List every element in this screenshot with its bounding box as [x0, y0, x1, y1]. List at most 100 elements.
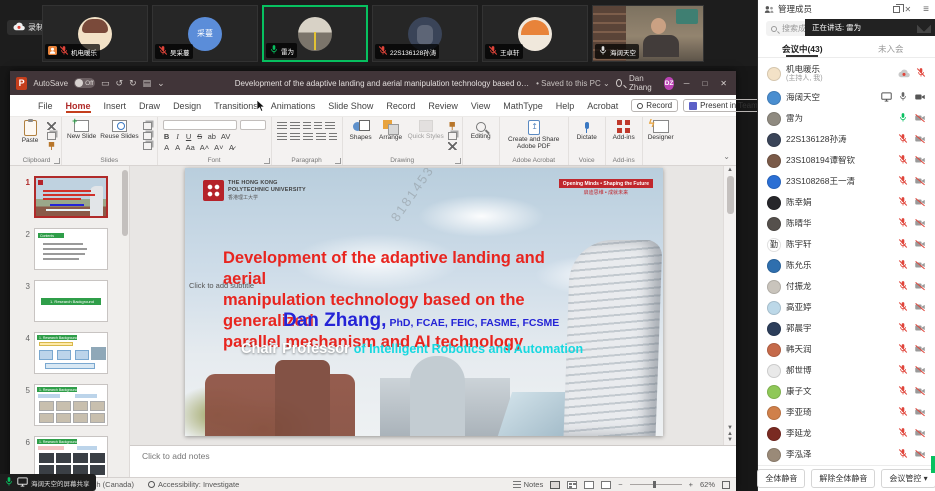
- camera-off-icon[interactable]: [914, 341, 926, 359]
- participant-row[interactable]: 高亚婷: [758, 297, 935, 318]
- hamburger-menu-icon[interactable]: ≡: [923, 4, 929, 15]
- reading-view-button[interactable]: [584, 481, 594, 489]
- slideshow-view-button[interactable]: [601, 481, 611, 489]
- camera-off-icon[interactable]: [914, 131, 926, 149]
- tab-transitions[interactable]: Transitions: [214, 101, 258, 111]
- create-pdf-button[interactable]: Create and Share Adobe PDF: [505, 120, 563, 154]
- tab-view[interactable]: View: [471, 101, 490, 111]
- participant-row[interactable]: 机电暖乐(主持人, 我): [758, 60, 935, 87]
- tab-help[interactable]: Help: [556, 101, 575, 111]
- undo-icon[interactable]: ↺: [116, 78, 124, 89]
- format-painter-icon[interactable]: [47, 142, 56, 150]
- search-icon[interactable]: [616, 79, 622, 87]
- participant-row[interactable]: 23S108268王一清: [758, 171, 935, 192]
- save-icon[interactable]: ▭: [101, 78, 110, 89]
- shape-effects-icon[interactable]: [448, 142, 457, 150]
- camera-off-icon[interactable]: [914, 257, 926, 275]
- participant-row[interactable]: 付振龙: [758, 276, 935, 297]
- cut-icon[interactable]: [47, 122, 56, 130]
- mic-muted-icon[interactable]: [898, 131, 908, 149]
- dictate-button[interactable]: Dictate: [574, 120, 600, 154]
- mic-muted-icon[interactable]: [916, 65, 926, 83]
- mic-muted-icon[interactable]: [898, 362, 908, 380]
- video-tile[interactable]: 22S136128孙涛: [372, 5, 478, 62]
- align-left-icon[interactable]: [277, 133, 287, 141]
- camera-off-icon[interactable]: [914, 299, 926, 317]
- grow-font-button[interactable]: A˄: [199, 143, 210, 152]
- paste-button[interactable]: Paste: [17, 120, 43, 154]
- redo-icon[interactable]: ↻: [129, 78, 137, 89]
- author-textbox[interactable]: Dan Zhang,PhD, FCAE, FEIC, FASME, FCSME: [283, 310, 559, 332]
- shape-fill-icon[interactable]: [448, 122, 457, 130]
- camera-off-icon[interactable]: [914, 173, 926, 191]
- normal-view-button[interactable]: [550, 481, 560, 489]
- slide-thumbnail-3[interactable]: 1. Research Background: [34, 280, 108, 322]
- tab-slide-show[interactable]: Slide Show: [328, 101, 373, 111]
- restore-button[interactable]: □: [699, 79, 710, 88]
- font-dialog-launcher[interactable]: [264, 158, 270, 164]
- columns-icon[interactable]: [329, 133, 337, 141]
- mic-muted-icon[interactable]: [898, 257, 908, 275]
- mic-muted-icon[interactable]: [898, 320, 908, 338]
- mic-muted-icon[interactable]: [898, 299, 908, 317]
- character-spacing-button[interactable]: AV: [220, 132, 231, 141]
- tab-acrobat[interactable]: Acrobat: [587, 101, 618, 111]
- participant-row[interactable]: 李泓泽: [758, 444, 935, 465]
- tab-record[interactable]: Record: [386, 101, 415, 111]
- cloud-recording-icon[interactable]: [898, 65, 910, 83]
- reset-slide-icon[interactable]: [143, 132, 152, 140]
- text-shadow-button[interactable]: ab: [207, 132, 217, 141]
- slide-thumbnail-2[interactable]: Contents: [34, 228, 108, 270]
- strikethrough-button[interactable]: S: [196, 132, 204, 141]
- camera-off-icon[interactable]: [914, 383, 926, 401]
- slide-thumbnail-4[interactable]: 1. Research Background: [34, 332, 108, 374]
- slide-title-textbox[interactable]: Development of the adaptive landing and …: [223, 248, 563, 353]
- close-panel-icon[interactable]: ✕: [904, 5, 911, 14]
- addins-button[interactable]: Add-ins: [611, 120, 637, 154]
- camera-off-icon[interactable]: [914, 404, 926, 422]
- align-center-icon[interactable]: [290, 133, 300, 141]
- autosave-toggle[interactable]: Off: [74, 78, 95, 88]
- slide-sorter-view-button[interactable]: [567, 481, 577, 489]
- clear-formatting-button[interactable]: A̷: [228, 143, 236, 152]
- camera-off-icon[interactable]: [914, 278, 926, 296]
- slideshow-icon[interactable]: ▤: [143, 78, 152, 89]
- tab-home[interactable]: Home: [66, 101, 91, 111]
- italic-button[interactable]: I: [174, 132, 182, 141]
- camera-off-icon[interactable]: [914, 152, 926, 170]
- reuse-slides-button[interactable]: Reuse Slides: [100, 120, 138, 154]
- slide-layout-icon[interactable]: [143, 122, 152, 130]
- slide-thumbnail-5[interactable]: 1. Research Background: [34, 384, 108, 426]
- zoom-out-button[interactable]: −: [618, 480, 622, 489]
- subtitle-placeholder[interactable]: Click to add subtitle: [189, 281, 254, 290]
- video-tile[interactable]: 海阔天空: [592, 5, 704, 62]
- mic-muted-icon[interactable]: [898, 383, 908, 401]
- notes-pane[interactable]: Click to add notes: [130, 445, 736, 477]
- mic-muted-icon[interactable]: [898, 278, 908, 296]
- mic-muted-icon[interactable]: [898, 194, 908, 212]
- participant-row[interactable]: 李亚琦: [758, 402, 935, 423]
- mic-on-icon[interactable]: [898, 89, 908, 107]
- decrease-indent-icon[interactable]: [303, 122, 311, 130]
- participant-row[interactable]: 康子文: [758, 381, 935, 402]
- fit-slide-to-window-button[interactable]: [722, 481, 730, 489]
- clipboard-dialog-launcher[interactable]: [54, 158, 60, 164]
- participant-row[interactable]: 陈晴华: [758, 213, 935, 234]
- shapes-button[interactable]: Shapes: [348, 120, 374, 154]
- slide-thumbnail-1[interactable]: [34, 176, 108, 218]
- zoom-level[interactable]: 62%: [700, 480, 715, 489]
- record-button[interactable]: Record: [631, 99, 678, 112]
- participant-row[interactable]: 郭晨宇: [758, 318, 935, 339]
- minimize-button[interactable]: ─: [681, 79, 693, 88]
- camera-off-icon[interactable]: [914, 446, 926, 464]
- video-tile[interactable]: 王卓轩: [482, 5, 588, 62]
- participant-row[interactable]: 雷为: [758, 108, 935, 129]
- vertical-scrollbar[interactable]: ▲ ▼ ▲ ▼: [723, 166, 736, 445]
- editing-button[interactable]: Editing: [468, 120, 494, 154]
- mute-all-button[interactable]: 全体静音: [757, 469, 805, 488]
- highlight-color-button[interactable]: A: [174, 143, 182, 152]
- drawing-dialog-launcher[interactable]: [455, 158, 461, 164]
- numbering-icon[interactable]: [290, 122, 300, 130]
- bold-button[interactable]: B: [163, 132, 171, 141]
- scrollbar-thumb[interactable]: [727, 176, 734, 214]
